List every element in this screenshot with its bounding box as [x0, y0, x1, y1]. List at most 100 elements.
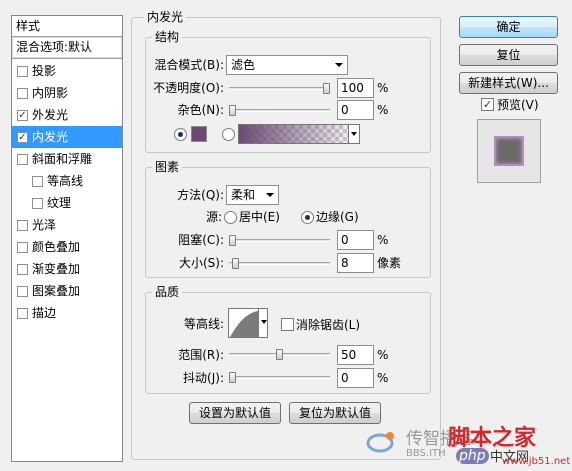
- style-checkbox[interactable]: ✓: [17, 110, 28, 121]
- chevron-down-icon: [261, 320, 267, 324]
- jitter-slider-thumb[interactable]: [229, 372, 236, 383]
- style-item[interactable]: 纹理: [12, 192, 122, 214]
- blend-mode-value: 滤色: [231, 58, 256, 72]
- style-item[interactable]: 渐变叠加: [12, 258, 122, 280]
- preview-checkbox[interactable]: ✓: [481, 98, 494, 111]
- reset-button[interactable]: 复位: [459, 44, 558, 66]
- style-item-label: 内阴影: [32, 86, 69, 100]
- styles-list: 样式 混合选项:默认 投影内阴影 ✓ 外发光 ✓ 内发光斜面和浮雕等高线纹理光泽颜色叠加…: [11, 15, 123, 462]
- style-checkbox[interactable]: [17, 242, 28, 253]
- style-checkbox[interactable]: [17, 286, 28, 297]
- method-select[interactable]: 柔和: [226, 185, 279, 205]
- elements-title: 图素: [152, 160, 183, 174]
- noise-input[interactable]: 0: [337, 100, 374, 120]
- antialias-label[interactable]: 消除锯齿(L): [296, 316, 360, 334]
- contour-picker[interactable]: [228, 308, 268, 338]
- style-checkbox[interactable]: [17, 154, 28, 165]
- style-item[interactable]: 投影: [12, 60, 122, 82]
- style-item[interactable]: 描边: [12, 302, 122, 324]
- jitter-slider[interactable]: [229, 372, 330, 383]
- new-style-button[interactable]: 新建样式(W)...: [459, 72, 558, 94]
- method-label: 方法(Q):: [177, 188, 224, 202]
- source-edge-radio[interactable]: [301, 211, 314, 224]
- source-center-label[interactable]: 居中(E): [239, 208, 280, 226]
- styles-list-title: 样式: [12, 16, 122, 37]
- watermark-logo-icon: [366, 432, 394, 453]
- range-input[interactable]: 50: [337, 345, 374, 365]
- style-item-label: 斜面和浮雕: [32, 152, 93, 166]
- watermark-php-badge: php: [456, 448, 489, 464]
- size-slider-thumb[interactable]: [232, 258, 239, 269]
- style-item[interactable]: ✓ 外发光: [12, 104, 122, 126]
- style-item[interactable]: 等高线: [12, 170, 122, 192]
- jitter-label: 抖动(J):: [183, 371, 224, 385]
- noise-slider-thumb[interactable]: [229, 105, 236, 116]
- chevron-down-icon: [266, 193, 274, 197]
- glow-gradient-picker[interactable]: [238, 124, 360, 144]
- jitter-input[interactable]: 0: [337, 368, 374, 388]
- style-item-label: 描边: [32, 306, 57, 320]
- ok-button[interactable]: 确定: [459, 16, 558, 38]
- range-label: 范围(R):: [178, 348, 224, 362]
- watermark-url-left: BBS.ITH: [406, 448, 446, 459]
- source-label: 源:: [205, 210, 222, 224]
- style-checkbox[interactable]: [17, 220, 28, 231]
- range-unit: %: [377, 348, 389, 362]
- choke-unit: %: [377, 233, 389, 247]
- noise-slider[interactable]: [229, 105, 330, 116]
- jitter-unit: %: [377, 371, 389, 385]
- style-checkbox[interactable]: [32, 198, 43, 209]
- watermark: 传智播客 脚本之家 BBS.ITH php 中文网 www.jb51.net: [362, 420, 571, 468]
- source-center-radio[interactable]: [224, 211, 237, 224]
- style-checkbox[interactable]: [17, 88, 28, 99]
- size-label: 大小(S):: [178, 256, 224, 270]
- gradient-radio[interactable]: [222, 128, 235, 141]
- style-preview-thumbnail: [477, 119, 541, 183]
- choke-slider-thumb[interactable]: [229, 235, 236, 246]
- solid-color-radio[interactable]: [174, 128, 187, 141]
- choke-slider[interactable]: [229, 235, 330, 246]
- style-checkbox[interactable]: [32, 176, 43, 187]
- antialias-checkbox[interactable]: [281, 318, 294, 331]
- style-item-label: 等高线: [47, 174, 84, 188]
- opacity-input[interactable]: 100: [337, 78, 374, 98]
- choke-input[interactable]: 0: [337, 230, 374, 250]
- size-input[interactable]: 8: [337, 253, 374, 273]
- set-default-button[interactable]: 设置为默认值: [189, 402, 281, 424]
- panel-title: 内发光: [144, 10, 187, 24]
- style-checkbox[interactable]: ✓: [17, 132, 28, 143]
- style-item[interactable]: 图案叠加: [12, 280, 122, 302]
- blend-mode-select[interactable]: 滤色: [226, 55, 348, 75]
- style-item[interactable]: 斜面和浮雕: [12, 148, 122, 170]
- source-edge-label[interactable]: 边缘(G): [316, 208, 359, 226]
- style-item[interactable]: ✓ 内发光: [12, 126, 122, 148]
- watermark-url-right: www.jb51.net: [502, 456, 571, 467]
- style-item-label: 渐变叠加: [32, 262, 81, 276]
- noise-label: 杂色(N):: [177, 103, 224, 117]
- style-item-label: 图案叠加: [32, 284, 81, 298]
- style-item-label: 外发光: [32, 108, 69, 122]
- contour-curve-icon: [230, 311, 258, 337]
- style-item[interactable]: 光泽: [12, 214, 122, 236]
- style-checkbox[interactable]: [17, 66, 28, 77]
- opacity-unit: %: [377, 81, 389, 95]
- style-item-label: 投影: [32, 64, 57, 78]
- blend-options-item[interactable]: 混合选项:默认: [12, 37, 122, 59]
- range-slider[interactable]: [229, 349, 330, 360]
- range-slider-thumb[interactable]: [276, 349, 283, 360]
- style-checkbox[interactable]: [17, 264, 28, 275]
- preview-label[interactable]: 预览(V): [497, 96, 539, 114]
- opacity-slider-thumb[interactable]: [323, 83, 330, 94]
- style-item[interactable]: 内阴影: [12, 82, 122, 104]
- blend-mode-label: 混合模式(B):: [154, 58, 224, 72]
- style-item-label: 颜色叠加: [32, 240, 81, 254]
- opacity-slider[interactable]: [229, 83, 330, 94]
- chevron-down-icon[interactable]: [348, 124, 360, 144]
- contour-dropdown-arrow[interactable]: [258, 309, 267, 337]
- style-item[interactable]: 颜色叠加: [12, 236, 122, 258]
- style-checkbox[interactable]: [17, 308, 28, 319]
- glow-color-swatch[interactable]: [191, 126, 207, 142]
- method-value: 柔和: [231, 188, 256, 202]
- size-slider[interactable]: [229, 258, 330, 269]
- style-item-label: 光泽: [32, 218, 57, 232]
